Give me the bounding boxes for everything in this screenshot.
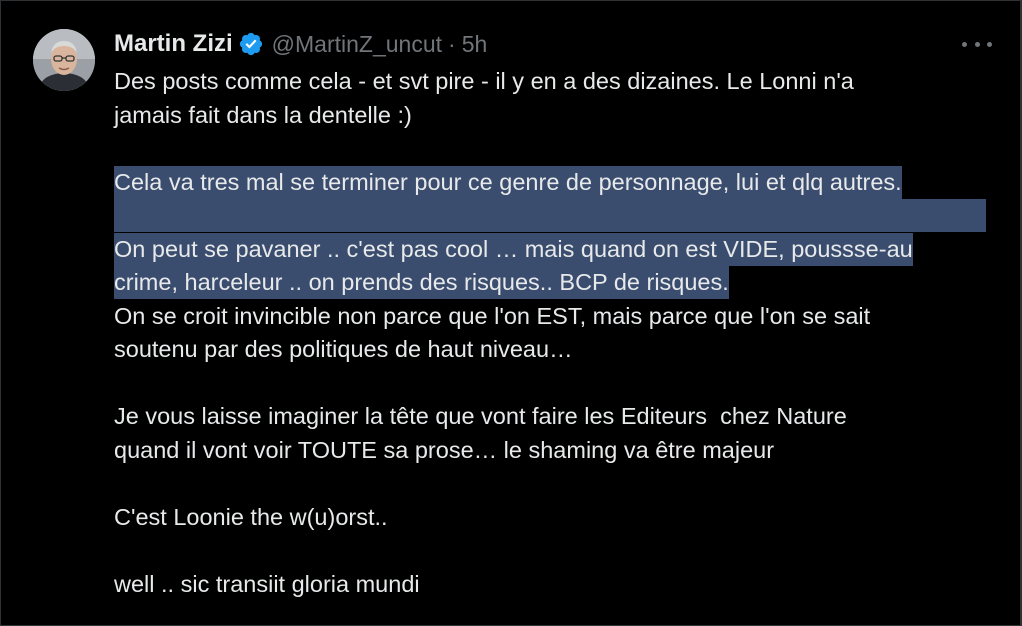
tweet-text-line: crime, harceleur .. on prends des risque…	[114, 266, 1004, 300]
avatar-photo	[33, 29, 95, 91]
tweet-text-segment: quand il vont voir TOUTE sa prose… le sh…	[114, 436, 775, 463]
selected-text: Cela va tres mal se terminer pour ce gen…	[114, 165, 902, 199]
tweet-text-line: soutenu par des politiques de haut nivea…	[114, 333, 1004, 367]
more-dot-icon	[962, 41, 967, 47]
tweet-text-line: well .. sic transiit gloria mundi	[114, 568, 1004, 602]
separator-dot: ·	[448, 30, 456, 57]
author-handle[interactable]: @MartinZ_uncut	[272, 31, 442, 58]
selected-text	[114, 199, 986, 232]
more-horizontal-icon[interactable]	[962, 37, 992, 51]
tweet-text-line: Je vous laisse imaginer la tête que vont…	[114, 400, 1004, 434]
tweet-card[interactable]: Martin Zizi @MartinZ_uncut · 5h Des post…	[0, 0, 1022, 626]
timestamp[interactable]: 5h	[462, 31, 488, 58]
tweet-text-line: quand il vont voir TOUTE sa prose… le sh…	[114, 434, 1004, 468]
tweet-text-line: Cela va tres mal se terminer pour ce gen…	[114, 165, 1004, 200]
avatar[interactable]	[33, 29, 95, 91]
tweet-text-line: On se croit invincible non parce que l'o…	[114, 300, 1004, 334]
tweet-text: Des posts comme cela - et svt pire - il …	[114, 65, 1004, 601]
tweet-text-segment: Je vous laisse imaginer la tête que vont…	[114, 403, 847, 429]
tweet-text-line: jamais fait dans la dentelle :)	[114, 99, 1004, 133]
selected-text: crime, harceleur .. on prends des risque…	[114, 266, 729, 299]
tweet-text-segment: C'est Loonie the w(u)orst..	[114, 503, 388, 530]
tweet-text-segment: soutenu par des politiques de haut nivea…	[114, 336, 573, 362]
tweet-text-line: On peut se pavaner .. c'est pas cool … m…	[114, 232, 1004, 267]
tweet-text-segment: jamais fait dans la dentelle :)	[114, 101, 412, 128]
verified-badge-icon[interactable]	[238, 31, 264, 57]
tweet-text-segment: well .. sic transiit gloria mundi	[114, 570, 420, 597]
tweet-text-line: Des posts comme cela - et svt pire - il …	[114, 65, 1004, 99]
tweet-text-segment: Des posts comme cela - et svt pire - il …	[114, 68, 854, 94]
selected-text: On peut se pavaner .. c'est pas cool … m…	[114, 232, 913, 266]
tweet-text-line: C'est Loonie the w(u)orst..	[114, 501, 1004, 535]
author-name[interactable]: Martin Zizi	[114, 30, 233, 58]
more-dot-icon	[987, 41, 992, 47]
more-dot-icon	[974, 41, 980, 47]
tweet-header: Martin Zizi @MartinZ_uncut · 5h	[114, 28, 487, 60]
tweet-text-segment: On se croit invincible non parce que l'o…	[114, 302, 871, 329]
tweet-blank-line	[114, 199, 1004, 233]
